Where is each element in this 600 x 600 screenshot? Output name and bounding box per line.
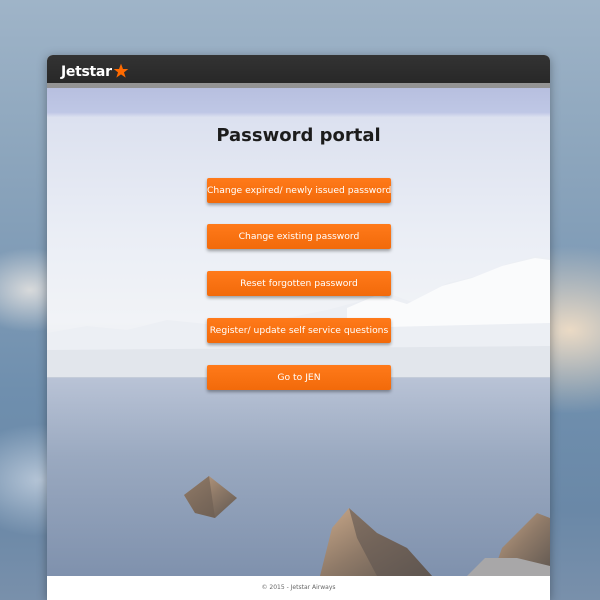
jetstar-logo[interactable]: Jetstar: [61, 61, 129, 83]
reset-forgotten-password-button[interactable]: Reset forgotten password: [207, 271, 391, 296]
change-existing-password-button[interactable]: Change existing password: [207, 224, 391, 249]
go-to-jen-button[interactable]: Go to JEN: [207, 365, 391, 390]
footer: © 2015 - Jetstar Airways: [47, 576, 550, 600]
register-security-questions-button[interactable]: Register/ update self service questions: [207, 318, 391, 343]
change-expired-password-button[interactable]: Change expired/ newly issued password: [207, 178, 391, 203]
page-title: Password portal: [216, 125, 381, 146]
portal-window: Jetstar Password portal Change expired/ …: [47, 55, 550, 600]
star-icon: [113, 63, 129, 78]
logo-text: Jetstar: [61, 64, 112, 80]
copyright-text: © 2015 - Jetstar Airways: [261, 584, 336, 591]
